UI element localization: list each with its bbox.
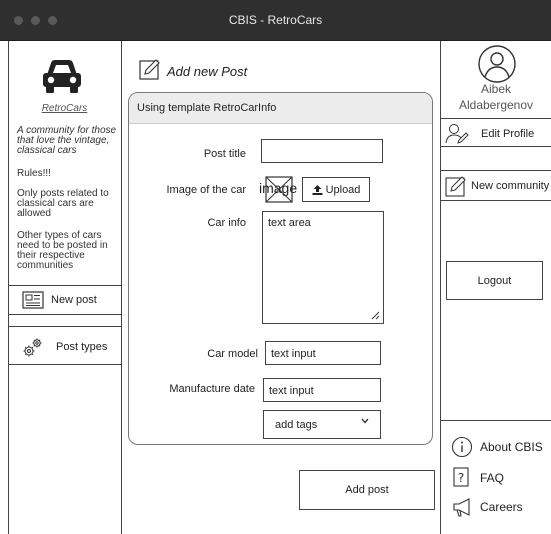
logout-button[interactable]: Logout	[446, 261, 543, 300]
careers-link[interactable]: Careers	[451, 496, 523, 518]
image-placeholder-text: image	[259, 180, 298, 196]
faq-link[interactable]: ? FAQ	[451, 467, 504, 489]
sidebar-divider	[8, 314, 121, 315]
left-column-divider	[121, 41, 122, 534]
sidebar-item-post-types[interactable]: Post types	[22, 335, 107, 359]
image-label: Image of the car	[166, 184, 247, 196]
tags-select[interactable]: add tags	[263, 410, 381, 439]
edit-profile-button[interactable]: Edit Profile	[441, 121, 551, 146]
gears-icon	[23, 338, 42, 357]
new-community-button[interactable]: New community	[441, 173, 551, 198]
manufacture-date-label: Manufacture date	[169, 383, 255, 395]
chevron-down-icon	[361, 418, 369, 424]
faq-label: FAQ	[480, 471, 505, 485]
sidebar-divider	[8, 285, 121, 286]
svg-text:?: ?	[458, 471, 464, 485]
about-link[interactable]: About CBIS	[451, 436, 543, 458]
add-post-button[interactable]: Add post	[299, 470, 435, 510]
sidebar-divider	[8, 364, 121, 365]
edit-icon	[139, 59, 160, 80]
user-last-name: Aldabergenov	[458, 98, 534, 112]
community-name-link[interactable]: RetroCars	[8, 103, 121, 114]
sidebar-item-new-post[interactable]: New post	[22, 289, 97, 310]
rule-1: Only posts related to classical cars are…	[17, 188, 109, 219]
upload-button[interactable]: Upload	[302, 177, 370, 202]
car-info-label: Car info	[207, 217, 246, 229]
sidebar-divider	[8, 326, 121, 327]
car-model-label: Car model	[207, 348, 258, 360]
right-divider	[441, 118, 551, 119]
newspaper-icon	[22, 290, 44, 309]
window-titlebar: CBIS - RetroCars	[0, 0, 551, 41]
community-tagline: A community for those that love the vint…	[17, 125, 117, 156]
post-title-label: Post title	[203, 148, 246, 160]
resize-handle-icon[interactable]	[371, 311, 380, 320]
avatar-icon[interactable]	[477, 44, 517, 84]
edit-profile-label: Edit Profile	[481, 127, 535, 140]
user-edit-icon	[445, 123, 469, 144]
right-divider	[441, 420, 551, 421]
megaphone-icon	[453, 498, 470, 517]
user-first-name: Aibek	[480, 82, 512, 96]
right-divider	[441, 200, 551, 201]
upload-icon	[312, 184, 323, 195]
window-title: CBIS - RetroCars	[228, 13, 323, 27]
right-divider	[441, 170, 551, 171]
car-info-textarea[interactable]: text area	[262, 211, 384, 324]
upload-label: Upload	[325, 183, 361, 196]
new-post-label: New post	[51, 293, 97, 306]
careers-label: Careers	[480, 500, 523, 514]
post-title-input[interactable]	[261, 139, 383, 163]
right-divider	[441, 146, 551, 147]
new-community-label: New community	[471, 179, 550, 192]
info-icon	[451, 436, 473, 458]
rule-2: Other types of cars need to be posted in…	[17, 230, 108, 271]
edit-icon	[445, 175, 466, 197]
about-label: About CBIS	[480, 440, 543, 454]
right-column-divider	[440, 41, 441, 534]
car-logo-icon	[43, 60, 81, 93]
car-model-input[interactable]: text input	[265, 341, 381, 365]
question-icon: ?	[453, 467, 469, 487]
rules-title: Rules!!!	[17, 168, 51, 179]
template-label: Using template RetroCarInfo	[129, 93, 432, 124]
manufacture-date-input[interactable]: text input	[263, 378, 381, 402]
page-title: Add new Post	[167, 64, 248, 79]
post-types-label: Post types	[56, 341, 108, 353]
